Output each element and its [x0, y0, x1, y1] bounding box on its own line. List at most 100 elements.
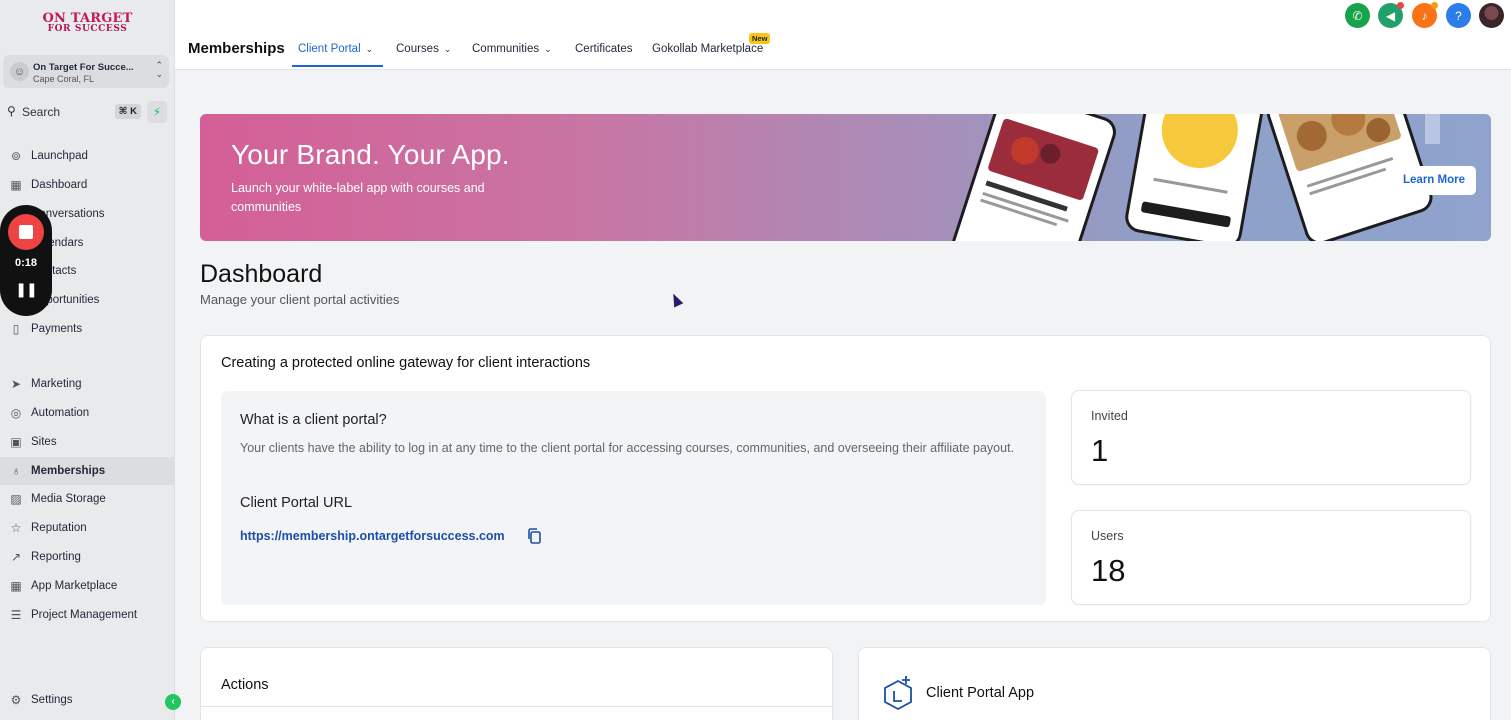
stat-label: Invited: [1091, 409, 1128, 423]
sidebar-item-marketing[interactable]: ➤ Marketing: [0, 370, 175, 398]
user-avatar[interactable]: [1479, 3, 1504, 28]
tab-certificates[interactable]: Certificates: [575, 43, 633, 55]
account-avatar-icon: ☺: [10, 62, 29, 81]
tab-label: Courses: [396, 43, 439, 55]
sidebar-item-label: Automation: [31, 407, 90, 419]
card-title: Creating a protected online gateway for …: [221, 355, 591, 371]
account-switcher[interactable]: ☺ On Target For Succe... Cape Coral, FL …: [3, 55, 169, 88]
explainer-question: What is a client portal?: [240, 412, 387, 428]
sidebar-item-settings[interactable]: ⚙ Settings: [0, 686, 175, 714]
stat-value: 18: [1091, 553, 1126, 588]
sidebar-item-memberships[interactable]: ♁ Memberships: [0, 457, 175, 485]
actions-card: Actions: [200, 647, 833, 720]
tab-communities[interactable]: Communities ⌄: [472, 43, 552, 55]
list-icon: ☰: [10, 608, 22, 622]
sidebar-item-reputation[interactable]: ☆ Reputation: [0, 514, 175, 542]
logo-line-2: FOR SUCCESS: [47, 24, 128, 34]
search-shortcut: ⌘ K: [114, 104, 141, 119]
stat-value: 1: [1091, 433, 1109, 468]
bell-icon[interactable]: ♪: [1412, 2, 1438, 28]
chevron-down-icon: ⌄: [544, 44, 552, 54]
page-title: Memberships: [188, 40, 285, 57]
pause-recording-button[interactable]: ❚❚: [0, 281, 52, 298]
megaphone-icon[interactable]: ◀: [1378, 2, 1404, 28]
tab-label: Certificates: [575, 43, 633, 55]
search-button[interactable]: ⚲ Search ⌘ K: [3, 101, 141, 123]
dashboard-title: Dashboard: [200, 260, 323, 288]
sidebar-item-label: Dashboard: [31, 179, 88, 191]
mouse-cursor: [668, 291, 684, 308]
sidebar-item-label: Payments: [31, 323, 83, 335]
award-icon: ♁: [11, 464, 21, 478]
quick-action-bolt-icon[interactable]: ⚡: [147, 101, 167, 123]
tab-label: Gokollab Marketplace: [652, 43, 764, 55]
sidebar-item-dashboard[interactable]: ▦ Dashboard: [0, 171, 175, 199]
sidebar-item-label: Sites: [31, 436, 57, 448]
sidebar-item-label: App Marketplace: [31, 580, 118, 592]
image-icon: ▨: [10, 492, 22, 506]
sidebar-item-label: Media Storage: [31, 493, 106, 505]
sidebar-item-label: Settings: [31, 694, 73, 706]
account-name: On Target For Succe...: [33, 62, 134, 73]
portal-url-link[interactable]: https://membership.ontargetforsuccess.co…: [240, 529, 505, 543]
help-glyph: ?: [1455, 8, 1462, 23]
phone-icon[interactable]: ✆: [1345, 3, 1370, 28]
sidebar-item-sites[interactable]: ▣ Sites: [0, 428, 175, 456]
screen-recorder-widget: 0:18 ❚❚: [0, 205, 52, 316]
sidebar-item-payments[interactable]: ▯ Payments: [0, 315, 175, 343]
tab-gokollab-marketplace[interactable]: Gokollab Marketplace: [652, 43, 763, 55]
app-mockup-illustration: [952, 114, 1440, 241]
automation-icon: ◎: [10, 406, 22, 420]
recording-timer: 0:18: [14, 257, 38, 269]
portal-url-heading: Client Portal URL: [240, 495, 353, 511]
promo-banner: Your Brand. Your App. Launch your white-…: [200, 114, 1491, 241]
help-icon[interactable]: ?: [1446, 3, 1471, 28]
learn-more-button[interactable]: Learn More: [1392, 166, 1476, 195]
sidebar-item-reporting[interactable]: ↗ Reporting: [0, 543, 175, 571]
sidebar-item-automation[interactable]: ◎ Automation: [0, 399, 175, 427]
sidebar: ON TARGET FOR SUCCESS ☺ On Target For Su…: [0, 0, 175, 720]
sidebar-item-app-marketplace[interactable]: ▦ App Marketplace: [0, 572, 175, 600]
new-badge: New: [749, 33, 771, 44]
sidebar-item-project-management[interactable]: ☰ Project Management: [0, 601, 175, 629]
sidebar-item-label: Marketing: [31, 378, 82, 390]
apps-icon: ▦: [10, 579, 22, 593]
payments-icon: ▯: [12, 322, 20, 336]
tab-label: Client Portal: [298, 43, 361, 55]
chevron-down-icon: ⌄: [365, 44, 374, 54]
account-location: Cape Coral, FL: [33, 74, 95, 84]
tab-courses[interactable]: Courses ⌄: [396, 43, 451, 55]
sidebar-item-media-storage[interactable]: ▨ Media Storage: [0, 485, 175, 513]
invited-stat-card: Invited 1: [1071, 390, 1471, 485]
active-tab-indicator: [292, 65, 383, 67]
copy-icon[interactable]: [527, 528, 541, 544]
star-icon: ☆: [10, 521, 22, 535]
client-portal-explainer: What is a client portal? Your clients ha…: [221, 391, 1046, 605]
sites-icon: ▣: [10, 435, 22, 449]
rocket-icon: ⊚: [10, 149, 22, 163]
stop-recording-button[interactable]: [8, 214, 44, 250]
logo-line-1: ON TARGET: [42, 11, 133, 26]
chart-icon: ↗: [10, 550, 22, 564]
client-portal-app-card: Client Portal App: [858, 647, 1491, 720]
actions-title: Actions: [221, 677, 269, 693]
collapse-sidebar-chevron-icon[interactable]: ‹: [165, 694, 181, 710]
tab-client-portal[interactable]: Client Portal ⌄: [298, 43, 373, 55]
client-portal-app-title: Client Portal App: [926, 685, 1035, 701]
divider: [201, 706, 832, 707]
search-icon: ⚲: [7, 104, 16, 118]
send-icon: ➤: [10, 377, 22, 391]
sidebar-item-label: Memberships: [31, 465, 106, 477]
chevron-down-icon: ⌄: [443, 44, 452, 54]
sidebar-item-label: Reputation: [31, 522, 87, 534]
explainer-description: Your clients have the ability to log in …: [240, 441, 1015, 455]
company-logo[interactable]: ON TARGET FOR SUCCESS: [40, 11, 135, 34]
chevron-updown-icon: ⌃ ⌄: [155, 60, 163, 79]
gear-icon: ⚙: [10, 693, 22, 707]
search-label: Search: [22, 105, 61, 119]
notification-dot: [1431, 2, 1438, 9]
notification-dot: [1397, 2, 1404, 9]
grid-icon: ▦: [10, 178, 22, 192]
sidebar-item-launchpad[interactable]: ⊚ Launchpad: [0, 142, 175, 170]
banner-title: Your Brand. Your App.: [231, 139, 510, 170]
